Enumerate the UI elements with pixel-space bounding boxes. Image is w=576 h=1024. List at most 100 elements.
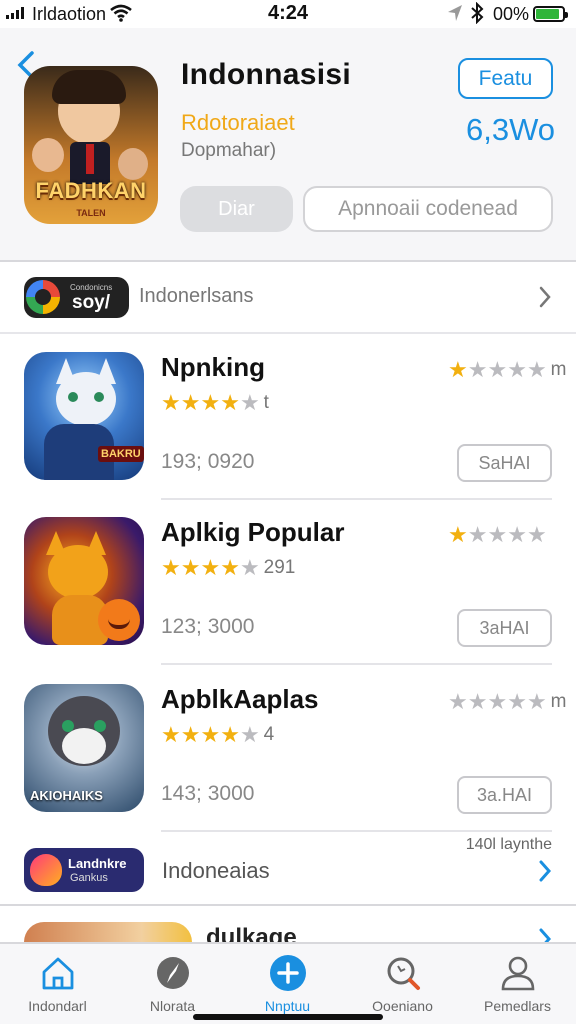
promo-row[interactable]: 140l laynthe Landnkre Gankus Indoneaias (0, 836, 576, 906)
boy-face (118, 148, 148, 180)
download-count: 143; 3000 (161, 782, 255, 805)
star-empty-icon: ★ (526, 522, 547, 547)
app-icon-title: FADHKAN (35, 178, 147, 203)
dog-eye (94, 720, 106, 732)
app-icon[interactable] (24, 517, 144, 645)
chevron-right-icon[interactable] (538, 860, 552, 882)
star-filled-icon: ★ (161, 555, 181, 580)
developer-name: Dopmahar) (181, 140, 277, 161)
chat-logo-icon (26, 280, 60, 314)
tab-label: Nlorata (149, 998, 196, 1014)
tab-label: Indondarl (28, 998, 87, 1014)
location-icon (448, 5, 462, 21)
app-list-item[interactable]: AKIOHAIKS ApblkAaplas ★ ★ ★ ★ ★ 4 ★ ★ ★ ★ ★ m 143;… (0, 684, 576, 852)
clock: 4:24 (267, 2, 309, 24)
app-list-item[interactable]: BAKRU Npnking ★ ★ ★ ★ ★ t ★ ★ ★ ★ ★ m 193; 0920 Sa… (0, 352, 576, 520)
badge-small-text: Condonicns (70, 283, 113, 292)
download-count: 123; 3000 (161, 615, 255, 638)
promo-badge-title: Landnkre (68, 856, 127, 871)
fox-ear-right (86, 531, 106, 555)
tab-explore[interactable]: Nlorata (115, 944, 230, 1024)
category-badge[interactable]: Condonicns soy/ (24, 277, 129, 318)
plus-circle-icon (269, 955, 306, 991)
feature-button[interactable]: Featu (458, 58, 553, 99)
category-label: Indonerlsans (139, 285, 254, 307)
flame-logo-icon (30, 854, 62, 886)
cat-eye (94, 392, 104, 402)
secondary-rating-stars: ★ ★ ★ ★ ★ (448, 524, 551, 546)
tab-search[interactable]: Ooeniano (345, 944, 460, 1024)
app-subtitle: Rdotoraiaet (181, 110, 295, 135)
star-empty-icon: ★ (507, 357, 527, 382)
battery-icon (533, 6, 568, 22)
app-header: FADHKAN TALEN Indonnasisi Rdotoraiaet Do… (0, 28, 576, 262)
app-name: Npnking (161, 352, 265, 382)
star-empty-icon: ★ (448, 689, 468, 714)
star-filled-icon: ★ (161, 722, 181, 747)
star-filled-icon: ★ (180, 722, 201, 747)
search-icon (387, 957, 420, 990)
get-button[interactable]: SaHAI (457, 444, 552, 482)
download-count: 193; 0920 (161, 450, 255, 473)
app-icon-tag: AKIOHAIKS (30, 788, 103, 803)
fox-ear-left (46, 531, 66, 555)
badge-big-text: soy/ (72, 292, 111, 313)
star-filled-icon: ★ (180, 555, 201, 580)
home-indicator[interactable] (193, 1014, 383, 1020)
download-button[interactable]: Apnnoaii codenead (303, 186, 553, 232)
get-button[interactable]: Diar (180, 186, 293, 232)
promo-corner-text: 140l laynthe (465, 836, 552, 853)
rating-note: 291 (263, 557, 296, 578)
app-icon[interactable] (24, 922, 192, 944)
rating-note: t (263, 392, 269, 413)
rating-note: m (550, 359, 567, 380)
star-filled-icon: ★ (200, 555, 221, 580)
cat-ear-left (56, 358, 76, 384)
dog-eye (62, 720, 74, 732)
star-empty-icon: ★ (467, 357, 488, 382)
star-empty-icon: ★ (487, 522, 508, 547)
hero-tie (86, 144, 94, 174)
home-icon (42, 957, 73, 990)
star-empty-icon: ★ (239, 390, 260, 415)
star-empty-icon: ★ (507, 689, 527, 714)
rating-note: m (550, 691, 567, 712)
tab-home[interactable]: Indondarl (0, 944, 115, 1024)
promo-badge-subtitle: Gankus (70, 872, 108, 884)
star-filled-icon: ★ (220, 390, 240, 415)
price-label: 6,3Wo (466, 112, 556, 147)
app-icon[interactable]: AKIOHAIKS (24, 684, 144, 812)
secondary-rating-stars: ★ ★ ★ ★ ★ m (448, 691, 567, 713)
tab-label: Nnptuu (264, 998, 311, 1014)
app-icon[interactable]: FADHKAN TALEN (24, 66, 158, 224)
tab-bar: Indondarl Nlorata Nnptuu Ooeniano Pemedl… (0, 942, 576, 1024)
cat-ear-right (96, 358, 116, 384)
chevron-right-icon[interactable] (538, 286, 552, 308)
partial-list-item[interactable]: dulkage (0, 908, 576, 944)
star-filled-icon: ★ (448, 522, 468, 547)
category-row[interactable]: Condonicns soy/ Indonerlsans (0, 264, 576, 334)
app-icon-tag: BAKRU (98, 446, 144, 462)
app-icon-subtitle: TALEN (76, 208, 106, 218)
get-button[interactable]: 3a.HAI (457, 776, 552, 814)
star-empty-icon: ★ (467, 522, 488, 547)
tab-label: Pemedlars (484, 998, 551, 1014)
star-filled-icon: ★ (220, 555, 240, 580)
star-filled-icon: ★ (180, 390, 201, 415)
star-empty-icon: ★ (526, 689, 547, 714)
promo-label: Indoneaias (162, 858, 270, 883)
star-empty-icon: ★ (526, 357, 547, 382)
app-icon[interactable]: BAKRU (24, 352, 144, 480)
star-filled-icon: ★ (220, 722, 240, 747)
promo-badge[interactable]: Landnkre Gankus (24, 848, 144, 892)
tab-add[interactable]: Nnptuu (230, 944, 345, 1024)
app-list-item[interactable]: Aplkig Popular ★ ★ ★ ★ ★ 291 ★ ★ ★ ★ ★ 123; 3000 … (0, 517, 576, 685)
divider (161, 663, 552, 665)
tab-profile[interactable]: Pemedlars (460, 944, 575, 1024)
get-button[interactable]: 3aHAI (457, 609, 552, 647)
rating-note: 4 (263, 724, 275, 745)
girl-face (32, 138, 64, 172)
app-name: dulkage (206, 924, 297, 944)
dog-muzzle (62, 728, 106, 764)
app-name: Aplkig Popular (161, 517, 345, 547)
